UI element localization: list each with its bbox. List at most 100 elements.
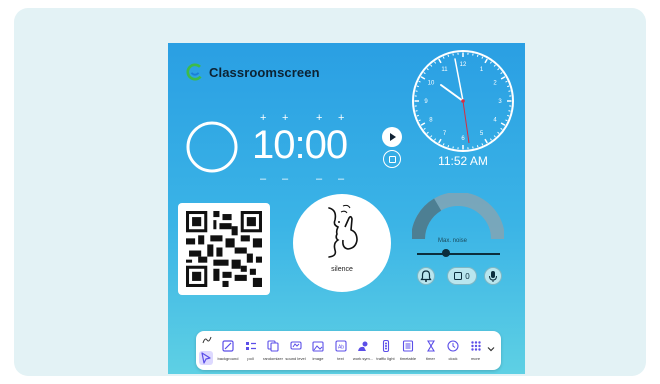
clock-tick: [497, 131, 500, 134]
qr-code-widget[interactable]: [178, 203, 270, 295]
clock-tick: [493, 64, 496, 67]
tool-label: randomizer: [262, 356, 283, 361]
text-icon: Ab: [334, 340, 347, 352]
clock-tick: [500, 122, 506, 126]
tool-traffic-light[interactable]: traffic light: [374, 335, 398, 365]
clock-tick: [420, 122, 426, 126]
clock-tick: [430, 64, 433, 67]
clock-tick: [434, 61, 437, 64]
clock-tick: [416, 85, 419, 88]
clock-number: 3: [498, 99, 502, 105]
tool-work-symbols[interactable]: work sym...: [351, 335, 375, 365]
timer-icon: [426, 340, 435, 352]
clock-number: 2: [493, 81, 497, 87]
qr-code-icon: [186, 211, 262, 287]
chevron-down-icon[interactable]: [485, 343, 497, 355]
bell-icon: [420, 270, 432, 282]
traffic-light-icon: [382, 339, 389, 353]
timetable-icon: [402, 340, 414, 352]
clock-number: 11: [441, 67, 448, 73]
timer-minus-button[interactable]: –: [260, 174, 266, 185]
tool-poll[interactable]: poll: [239, 335, 263, 365]
tool-label: more: [470, 356, 481, 361]
clock-number: 5: [480, 131, 484, 137]
timer-stop-button[interactable]: [383, 150, 401, 168]
clock-tick: [500, 72, 503, 75]
select-cursor-button[interactable]: [199, 351, 213, 365]
tool-label: image: [312, 356, 324, 361]
background-icon: [222, 340, 234, 352]
tool-label: text: [337, 356, 344, 361]
play-icon: [390, 133, 396, 141]
tool-label: timer: [426, 356, 435, 361]
tool-label: poll: [247, 356, 254, 361]
tool-label: clock: [448, 356, 458, 361]
image-icon: [312, 341, 324, 352]
noise-label: Max. noise: [438, 238, 468, 244]
clock-tick: [418, 119, 421, 122]
clock-tick: [426, 68, 429, 71]
clock-tick: [438, 58, 442, 64]
clock-tick: [442, 56, 445, 59]
clock-tick: [505, 80, 508, 83]
clock-tick: [476, 54, 479, 57]
widget-toolbar: background poll randomizer sound level image…: [196, 331, 501, 370]
clock-tick: [481, 56, 484, 59]
work-symbol-silence[interactable]: silence: [293, 194, 391, 292]
svg-text:Ab: Ab: [337, 345, 343, 351]
tool-clock[interactable]: clock: [441, 335, 465, 365]
clock-tick: [423, 127, 426, 130]
timer-ring-icon: [186, 121, 238, 173]
tool-label: sound level: [285, 356, 306, 361]
clock-tick: [447, 145, 450, 148]
counter-icon: [454, 272, 463, 280]
clock-tick: [489, 61, 492, 64]
clock-tick: [507, 85, 510, 88]
timer-play-button[interactable]: [382, 127, 402, 147]
clock-tick: [442, 143, 445, 146]
tool-timetable[interactable]: timetable: [396, 335, 420, 365]
tool-timer[interactable]: timer: [419, 335, 443, 365]
poll-icon: [245, 342, 256, 350]
tool-background[interactable]: background: [216, 335, 240, 365]
timer-widget: + + + + 10:00 – – – –: [184, 113, 404, 185]
clock-number: 7: [443, 131, 447, 137]
noise-threshold-slider[interactable]: [417, 253, 500, 255]
timer-display[interactable]: 10:00: [252, 123, 348, 167]
clock-tick: [505, 119, 508, 122]
clock-tick: [484, 58, 488, 64]
clock-number: 6: [461, 136, 465, 142]
tool-sound-level[interactable]: sound level: [284, 335, 308, 365]
silence-face-icon: [328, 204, 358, 258]
clock-number: 10: [428, 81, 435, 87]
noise-meter-gauge: [412, 193, 504, 240]
tool-text[interactable]: Ab text: [329, 335, 353, 365]
clock-number: 1: [480, 67, 484, 73]
microphone-button[interactable]: [484, 267, 502, 285]
clock-tick: [476, 145, 479, 148]
tool-image[interactable]: image: [306, 335, 330, 365]
tool-label: timetable: [399, 356, 417, 361]
clock-tick: [438, 138, 442, 144]
timer-minus-button[interactable]: –: [338, 174, 344, 185]
classroomscreen-logo-icon: [186, 63, 204, 81]
clock-tick: [497, 68, 500, 71]
noise-slider-knob[interactable]: [442, 249, 450, 257]
brand-name: Classroomscreen: [209, 64, 320, 80]
more-icon: [470, 341, 481, 351]
clock-icon: [447, 340, 459, 352]
draw-icon[interactable]: [202, 335, 212, 345]
silence-label: silence: [331, 266, 353, 273]
tool-randomizer[interactable]: randomizer: [261, 335, 285, 365]
timer-minus-button[interactable]: –: [282, 174, 288, 185]
noise-counter[interactable]: 0: [447, 267, 477, 285]
clock-tick: [507, 114, 510, 117]
work-symbols-icon: [358, 341, 368, 351]
noise-alarm-button[interactable]: [417, 267, 435, 285]
tool-more[interactable]: more: [464, 335, 488, 365]
clock-number: 9: [424, 99, 428, 105]
clock-tick: [489, 138, 492, 141]
clock-tick: [493, 135, 496, 138]
timer-minus-button[interactable]: –: [316, 174, 322, 185]
tool-label: traffic light: [376, 356, 395, 361]
